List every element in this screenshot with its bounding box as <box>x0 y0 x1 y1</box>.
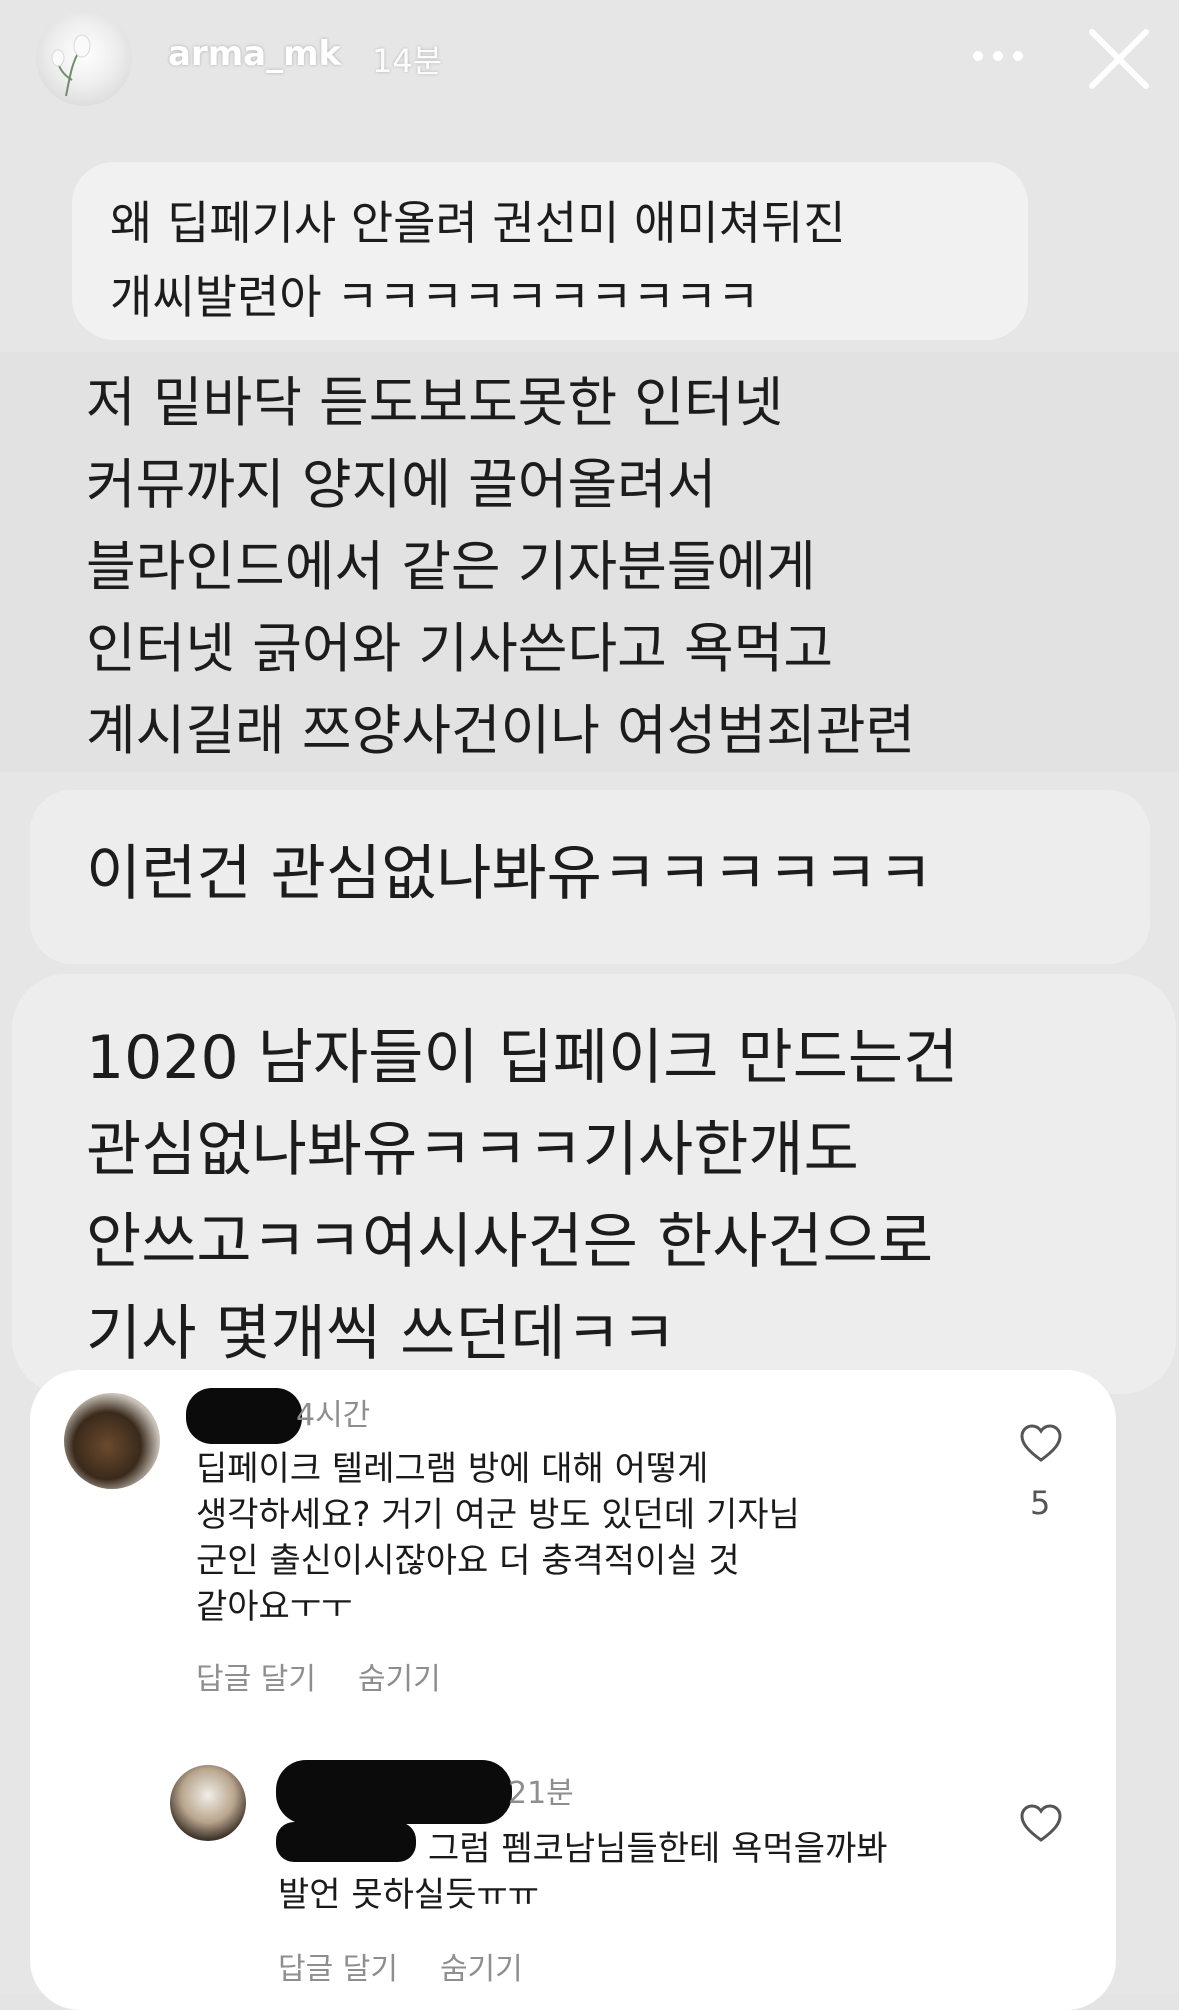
comment-time: 21분 <box>508 1776 574 1811</box>
hide-button[interactable]: 숨기기 <box>358 1654 441 1698</box>
message-text: 왜 딥페기사 안올려 권선미 애미쳐뒤진 개씨발련아 ㅋㅋㅋㅋㅋㅋㅋㅋㅋㅋ <box>110 196 846 324</box>
like-count: 5 <box>1030 1484 1051 1522</box>
close-button[interactable] <box>1084 24 1154 94</box>
story-header: arma_mk 14분 <box>0 0 1179 120</box>
commenter-avatar[interactable] <box>64 1393 160 1489</box>
like-button[interactable] <box>1019 1804 1063 1844</box>
reply-button[interactable]: 답글 달기 <box>196 1654 316 1698</box>
more-options-button[interactable] <box>968 36 1028 76</box>
close-icon <box>1089 29 1149 89</box>
like-button[interactable] <box>1019 1424 1063 1464</box>
comment-time: 4시간 <box>296 1398 371 1433</box>
commenter-avatar[interactable] <box>170 1765 246 1841</box>
profile-avatar[interactable] <box>36 10 132 106</box>
hide-button[interactable]: 숨기기 <box>440 1944 523 1988</box>
message-text: 저 밑바닥 듣도보도못한 인터넷 커뮤까지 양지에 끌어올려서 블라인드에서 같… <box>86 371 916 762</box>
heart-icon <box>1020 1804 1062 1842</box>
redacted-username <box>276 1760 512 1824</box>
comment-actions: 답글 달기 숨기기 <box>278 1944 523 1988</box>
flower-icon <box>51 34 91 97</box>
heart-icon <box>1020 1424 1062 1462</box>
comment-actions: 답글 달기 숨기기 <box>196 1654 441 1698</box>
story-time: 14분 <box>372 42 443 80</box>
more-horizontal-icon <box>973 51 1023 61</box>
redacted-mention <box>276 1822 416 1862</box>
message-text: 이런건 관심없나봐유ㅋㅋㅋㅋㅋㅋ <box>86 839 934 909</box>
message-text: 1020 남자들이 딥페이크 만드는건 관심없나봐유ㅋㅋㅋ기사한개도 안쓰고ㅋㅋ… <box>86 1023 959 1369</box>
comment-text: 딥페이크 텔레그램 방에 대해 어떻게 생각하세요? 거기 여군 방도 있던데 … <box>196 1449 800 1627</box>
reply-button[interactable]: 답글 달기 <box>278 1944 398 1988</box>
username[interactable]: arma_mk <box>168 34 341 74</box>
redacted-username <box>186 1388 302 1444</box>
